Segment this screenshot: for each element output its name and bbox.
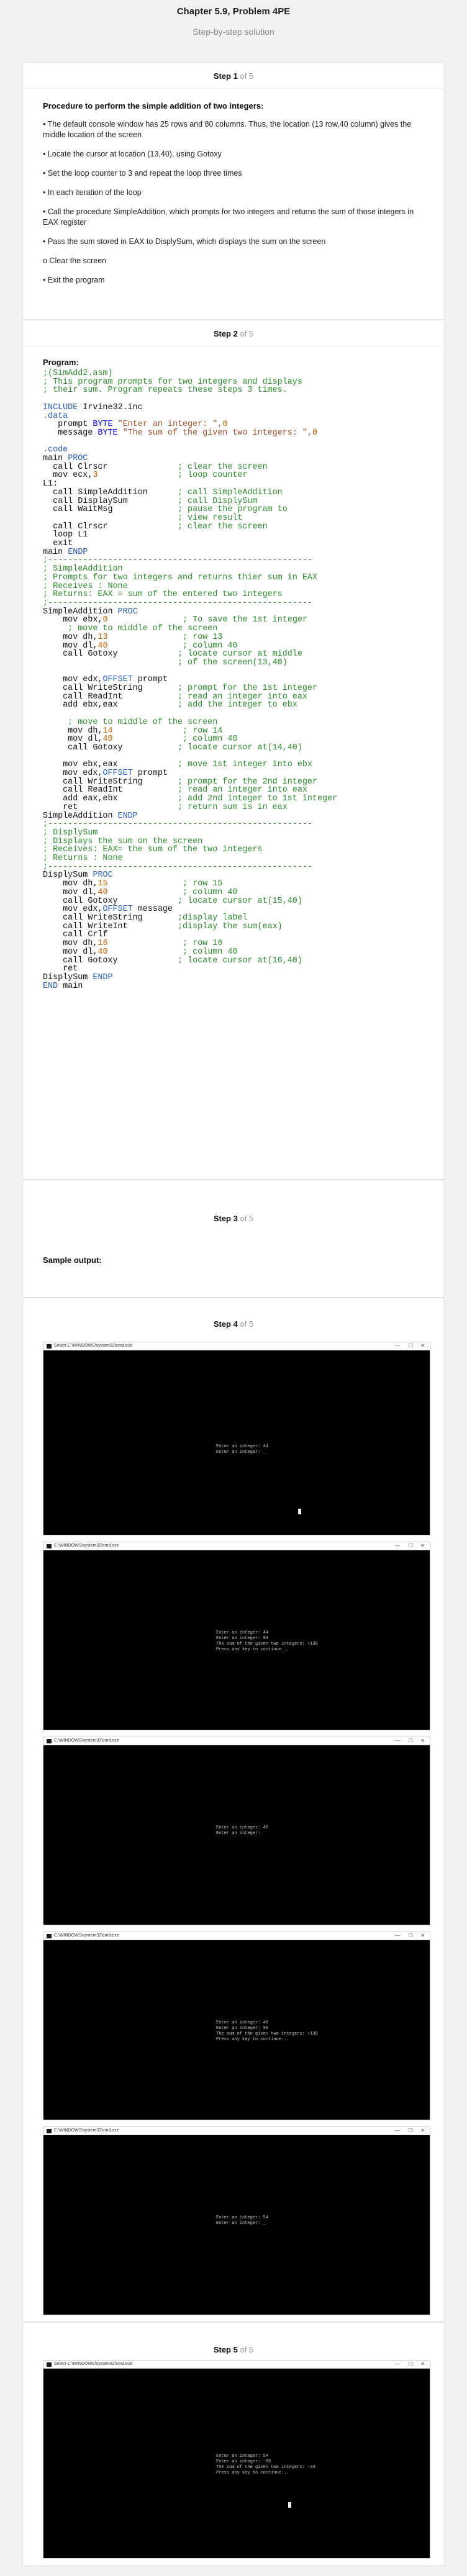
sample-output-label: Sample output: (43, 1255, 102, 1265)
console-window: C:\WINDOWS\system32\cmd.exe — ☐ ✕ Enter … (43, 2126, 430, 2315)
step-3-label: Step 3 (213, 1214, 238, 1223)
console-line: Enter an integer: 48 (216, 2020, 269, 2025)
console-line: Enter an integer: (216, 1831, 261, 1836)
console-cursor (298, 1509, 301, 1514)
console-line: Press any key to continue... (216, 2037, 289, 2042)
procedure-line: • Call the procedure SimpleAddition, whi… (43, 207, 414, 227)
minimize-icon[interactable]: — (395, 2361, 400, 2367)
maximize-icon[interactable]: ☐ (409, 1933, 413, 1938)
window-title: Select C:\WINDOWS\system32\cmd.exe (54, 1344, 133, 1348)
step-5-label: Step 5 (213, 2345, 238, 2354)
console-line: Enter an integer: 90 (216, 2026, 269, 2031)
procedure-line: • The default console window has 25 rows… (43, 120, 412, 139)
page-header: Chapter 5.9, Problem 4PE Step-by-step so… (22, 0, 445, 62)
console-line: Enter an integer: 48 (216, 1825, 269, 1830)
minimize-icon[interactable]: — (395, 1543, 400, 1548)
step-1-card: Step 1 of 5 Procedure to perform the sim… (22, 62, 445, 320)
console-window: Select C:\WINDOWS\system32\cmd.exe — ☐ ✕… (43, 1342, 430, 1535)
minimize-icon[interactable]: — (395, 1933, 400, 1938)
cmd-icon (47, 1544, 52, 1548)
window-titlebar[interactable]: C:\WINDOWS\system32\cmd.exe — ☐ ✕ (43, 2127, 430, 2135)
page-title: Chapter 5.9, Problem 4PE (176, 6, 291, 17)
maximize-icon[interactable]: ☐ (409, 1543, 413, 1548)
procedure-line: • Pass the sum stored in EAX to DisplySu… (43, 237, 326, 246)
step-1-of: of 5 (240, 71, 254, 81)
maximize-icon[interactable]: ☐ (409, 1738, 413, 1743)
window-title: C:\WINDOWS\system32\cmd.exe (54, 1543, 119, 1548)
maximize-icon[interactable]: ☐ (409, 1343, 413, 1349)
procedure-line: • In each iteration of the loop (43, 188, 142, 197)
step-4-card: Step 4 of 5 Select C:\WINDOWS\system32\c… (22, 1298, 445, 2322)
step-1-label: Step 1 (213, 71, 238, 81)
step-2-card: Step 2 of 5 Program: ;(SimAdd2.asm) ; Th… (22, 320, 445, 1180)
code-block: ;(SimAdd2.asm) ; This program prompts fo… (43, 369, 338, 991)
window-titlebar[interactable]: C:\WINDOWS\system32\cmd.exe — ☐ ✕ (43, 1932, 430, 1940)
console-line: The sum of the given two integers: -34 (216, 2465, 315, 2470)
procedure-line: o Clear the screen (43, 256, 107, 265)
console-line: Enter an integer: 54 (216, 2454, 269, 2459)
console-window: C:\WINDOWS\system32\cmd.exe — ☐ ✕ Enter … (43, 1737, 430, 1925)
close-icon[interactable]: ✕ (420, 2361, 425, 2367)
console-line: Enter an integer: 54 (216, 2215, 269, 2220)
window-titlebar[interactable]: Select C:\WINDOWS\system32\cmd.exe — ☐ ✕ (43, 2361, 430, 2369)
console-line: The sum of the given two integers: +138 (216, 2031, 318, 2036)
step-5-header: Step 5 of 5 (23, 2336, 444, 2362)
code-comment: ; their sum. Program repeats these steps… (43, 386, 288, 395)
console-line: The sum of the given two integers: +138 (216, 1642, 318, 1647)
page-subtitle: Step-by-step solution (193, 27, 274, 37)
minimize-icon[interactable]: — (395, 1738, 400, 1743)
step-4-of: of 5 (240, 1319, 254, 1329)
procedure-line: • Locate the cursor at location (13,40),… (43, 150, 222, 158)
window-titlebar[interactable]: C:\WINDOWS\system32\cmd.exe — ☐ ✕ (43, 1542, 430, 1550)
close-icon[interactable]: ✕ (420, 1343, 425, 1349)
procedure-line: • Set the loop counter to 3 and repeat t… (43, 169, 242, 178)
console-line: Enter an integer: 94 (216, 1636, 269, 1641)
console-line: Enter an integer: 44 (216, 1630, 269, 1635)
console-line: Enter an integer: _ (216, 1450, 266, 1455)
close-icon[interactable]: ✕ (420, 1738, 425, 1743)
step-4-label: Step 4 (213, 1319, 238, 1329)
step-2-of: of 5 (240, 329, 254, 338)
cmd-icon (47, 1739, 52, 1743)
step-1-header: Step 1 of 5 (23, 63, 444, 89)
step-4-header: Step 4 of 5 (23, 1311, 444, 1336)
cmd-icon (47, 2362, 52, 2367)
step-3-card: Step 3 of 5 Sample output: (22, 1180, 445, 1298)
step-2-header: Step 2 of 5 (23, 320, 444, 346)
window-titlebar[interactable]: Select C:\WINDOWS\system32\cmd.exe — ☐ ✕ (43, 1342, 430, 1350)
step-3-header: Step 3 of 5 (23, 1205, 444, 1231)
console-line: Press any key to continue... (216, 2470, 289, 2475)
window-title: C:\WINDOWS\system32\cmd.exe (54, 2128, 119, 2133)
cmd-icon (47, 2129, 52, 2133)
cmd-icon (47, 1344, 52, 1349)
window-title: C:\WINDOWS\system32\cmd.exe (54, 1738, 119, 1743)
console-line: Enter an integer: -88 (216, 2459, 271, 2464)
procedure-line: • Exit the program (43, 276, 105, 284)
cmd-icon (47, 1934, 52, 1938)
maximize-icon[interactable]: ☐ (409, 2128, 413, 2133)
console-window: C:\WINDOWS\system32\cmd.exe — ☐ ✕ Enter … (43, 1932, 430, 2120)
close-icon[interactable]: ✕ (420, 1543, 425, 1548)
minimize-icon[interactable]: — (395, 2128, 400, 2133)
console-line: Press any key to continue... (216, 1647, 289, 1652)
window-title: Select C:\WINDOWS\system32\cmd.exe (54, 2362, 133, 2366)
console-window: Select C:\WINDOWS\system32\cmd.exe — ☐ ✕… (43, 2360, 430, 2559)
console-cursor (288, 2502, 291, 2508)
step-5-of: of 5 (240, 2345, 254, 2354)
solution-page: Chapter 5.9, Problem 4PE Step-by-step so… (0, 0, 467, 2576)
step-2-label: Step 2 (213, 329, 238, 338)
step-3-of: of 5 (240, 1214, 254, 1223)
step-5-card: Step 5 of 5 Select C:\WINDOWS\system32\c… (22, 2322, 445, 2566)
close-icon[interactable]: ✕ (420, 2128, 425, 2133)
minimize-icon[interactable]: — (395, 1343, 400, 1349)
close-icon[interactable]: ✕ (420, 1933, 425, 1938)
window-title: C:\WINDOWS\system32\cmd.exe (54, 1933, 119, 1938)
console-line: Enter an integer: 44 (216, 1444, 269, 1449)
program-label: Program: (43, 358, 79, 367)
console-window: C:\WINDOWS\system32\cmd.exe — ☐ ✕ Enter … (43, 1542, 430, 1730)
console-line: Enter an integer: _ (216, 2221, 266, 2226)
window-titlebar[interactable]: C:\WINDOWS\system32\cmd.exe — ☐ ✕ (43, 1737, 430, 1745)
maximize-icon[interactable]: ☐ (409, 2361, 413, 2367)
procedure-title: Procedure to perform the simple addition… (43, 101, 264, 111)
